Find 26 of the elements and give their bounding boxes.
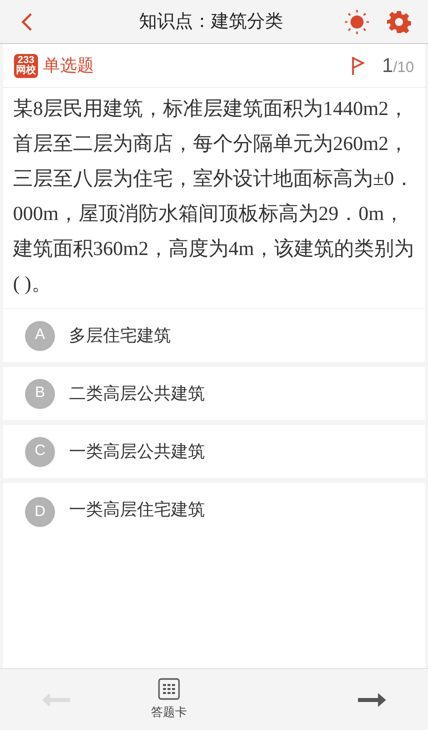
option-letter: A [25,320,55,350]
question-type: 单选题 [43,54,95,77]
answer-option[interactable]: D 一类高层住宅建筑 [3,483,425,668]
option-text: 一类高层住宅建筑 [69,499,205,521]
grid-icon [158,678,180,700]
page-title: 知识点：建筑分类 [138,10,284,33]
sun-icon [345,10,369,34]
logo-text: 233 [18,56,34,66]
answer-option[interactable]: A 多层住宅建筑 [3,309,425,362]
answer-option[interactable]: B 二类高层公共建筑 [3,367,425,420]
question-counter: 1/10 [382,54,414,78]
right-arrow-icon [358,692,386,706]
question-text: 某8层民用建筑，标准层建筑面积为1440m2，首层至二层为商店，每个分隔单元为260m2，三层至八层为住宅，室外设计地面标高为±0．000m，屋顶消防水箱间顶板标高为29．0m，建筑面积360m2，高度为4m，该建筑的类别为( )。 [13,97,415,297]
left-arrow-icon [42,692,70,706]
answer-card-button[interactable]: 答题卡 [151,678,187,721]
option-letter: D [25,497,55,527]
option-text: 一类高层公共建筑 [69,440,205,463]
answer-option[interactable]: C 一类高层公共建筑 [3,425,425,478]
settings-icon [387,10,411,34]
option-letter: B [25,378,55,408]
logo-text: 网校 [16,66,36,76]
option-letter: C [25,436,55,466]
back-icon [21,12,33,32]
option-text: 二类高层公共建筑 [69,382,205,405]
option-text: 多层住宅建筑 [69,324,171,347]
flag-icon [351,56,366,76]
